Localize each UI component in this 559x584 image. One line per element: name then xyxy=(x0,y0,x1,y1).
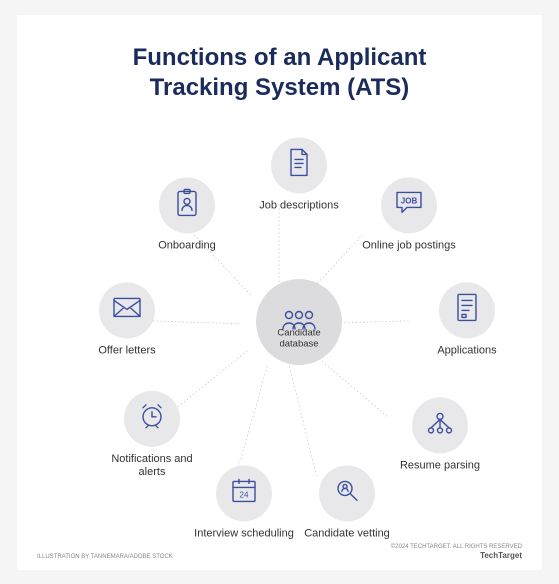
node-circle xyxy=(99,282,155,338)
node-label: Resume parsing xyxy=(400,459,480,472)
title-line1: Functions of an Applicant xyxy=(133,44,427,71)
node-document: Job descriptions xyxy=(249,137,349,212)
brand-logo: TechTarget xyxy=(391,551,522,560)
envelope-icon xyxy=(112,296,142,323)
node-circle xyxy=(439,282,495,338)
node-calendar: 24 Interview scheduling xyxy=(194,465,294,540)
magnifier-icon xyxy=(333,476,361,509)
node-magnifier: Candidate vetting xyxy=(297,465,397,540)
diagram-title: Functions of an Applicant Tracking Syste… xyxy=(37,43,522,103)
node-circle xyxy=(159,177,215,233)
alarm-icon xyxy=(138,402,166,435)
node-label: Offer letters xyxy=(98,344,155,357)
node-circle xyxy=(319,465,375,521)
node-circle xyxy=(412,397,468,453)
node-network: Resume parsing xyxy=(390,397,490,472)
diagram-card: Functions of an Applicant Tracking Syste… xyxy=(17,15,542,570)
node-label: Notifications and alerts xyxy=(102,452,202,478)
node-id-badge: Onboarding xyxy=(137,177,237,252)
node-circle xyxy=(124,390,180,446)
node-alarm: Notifications and alerts xyxy=(102,390,202,478)
document-icon xyxy=(286,147,312,182)
footer-credit-left: ILLUSTRATION BY TANNEMARA/ADOBE STOCK xyxy=(37,554,173,560)
node-label: Applications xyxy=(437,344,496,357)
node-label: Job descriptions xyxy=(259,199,339,212)
svg-text:24: 24 xyxy=(240,490,249,499)
id-badge-icon xyxy=(175,187,199,222)
node-job-speech: JOB Online job postings xyxy=(359,177,459,252)
node-label: Candidate vetting xyxy=(304,527,390,540)
node-envelope: Offer letters xyxy=(77,282,177,357)
job-speech-icon: JOB xyxy=(394,189,424,220)
center-label: Candidate database xyxy=(274,327,324,350)
node-label: Online job postings xyxy=(362,239,456,252)
footer: ILLUSTRATION BY TANNEMARA/ADOBE STOCK ©2… xyxy=(37,544,522,560)
title-line2: Tracking System (ATS) xyxy=(150,74,410,101)
svg-text:JOB: JOB xyxy=(401,196,418,205)
node-circle: JOB xyxy=(381,177,437,233)
form-icon xyxy=(455,292,479,327)
radial-diagram: Candidate database Job descriptions JOB On… xyxy=(37,115,522,545)
node-circle xyxy=(271,137,327,193)
network-icon xyxy=(425,408,455,441)
node-circle: 24 xyxy=(216,465,272,521)
center-node: Candidate database xyxy=(249,279,349,371)
footer-copyright: ©2024 TECHTARGET. ALL RIGHTS RESERVED xyxy=(391,544,522,550)
calendar-icon: 24 xyxy=(230,476,258,509)
center-circle xyxy=(256,279,342,365)
node-label: Interview scheduling xyxy=(194,527,294,540)
node-form: Applications xyxy=(417,282,517,357)
footer-credit-right: ©2024 TECHTARGET. ALL RIGHTS RESERVED Te… xyxy=(391,544,522,560)
node-label: Onboarding xyxy=(158,239,216,252)
